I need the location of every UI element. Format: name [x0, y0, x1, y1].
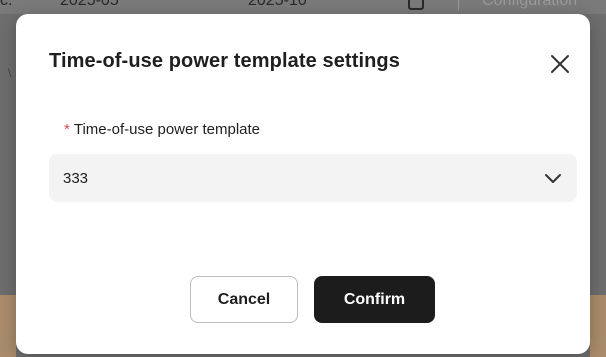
background-divider — [458, 0, 459, 10]
template-settings-dialog: Time-of-use power template settings * Tim… — [16, 14, 590, 354]
background-start-date: 2025-05 — [60, 0, 119, 9]
calendar-icon — [408, 0, 424, 10]
close-icon — [551, 55, 569, 73]
chevron-down-icon — [545, 174, 561, 183]
close-button[interactable] — [546, 50, 574, 78]
background-glyph: \ — [8, 66, 12, 80]
template-field-label: * Time-of-use power template — [64, 121, 260, 138]
dialog-title: Time-of-use power template settings — [49, 50, 400, 72]
background-panel-right — [590, 295, 606, 357]
cancel-button[interactable]: Cancel — [190, 276, 298, 323]
background-label: c. — [0, 0, 13, 9]
template-select[interactable]: 333 — [49, 154, 577, 202]
confirm-button[interactable]: Confirm — [314, 276, 435, 323]
background-panel-left — [0, 295, 16, 357]
background-toolbar: c. 2025-05 2025-10 Configuration — [0, 0, 606, 14]
background-end-date: 2025-10 — [248, 0, 307, 9]
template-field-label-text: Time-of-use power template — [73, 121, 261, 138]
template-select-value: 333 — [63, 169, 89, 187]
background-configuration-link: Configuration — [482, 0, 578, 9]
required-mark: * — [64, 121, 70, 138]
